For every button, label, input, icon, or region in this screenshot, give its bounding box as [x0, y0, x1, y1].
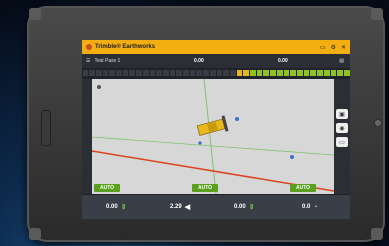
compass-icon — [97, 85, 101, 89]
title-bar-icons: ▭ ⚙ ✕ — [320, 44, 346, 51]
bottom-cell[interactable]: 0.00 ⇕ — [234, 203, 255, 211]
camera-icon[interactable]: ◉ — [336, 123, 348, 133]
gauge-icon: ◔ — [313, 203, 318, 211]
design-name[interactable]: Test Pass 1 — [94, 58, 120, 64]
layers-icon[interactable]: ▤ — [339, 58, 344, 64]
bumper-corner — [371, 8, 383, 20]
bottom-cell[interactable]: 2.29 ◀ — [170, 203, 190, 211]
light-bar-segment — [263, 70, 270, 76]
auto-button-left[interactable]: AUTO — [94, 184, 121, 192]
title-bar: Trimble® Earthworks ▭ ⚙ ✕ — [82, 40, 350, 54]
status-value-right: 0.00 — [278, 58, 288, 64]
app-screen: Trimble® Earthworks ▭ ⚙ ✕ ☰ Test Pass 1 … — [82, 40, 350, 219]
light-bar-segment — [270, 70, 276, 76]
light-bar-segment — [229, 70, 236, 76]
light-bar-segment — [256, 70, 263, 76]
close-icon[interactable]: ✕ — [341, 44, 346, 51]
up-down-arrow-icon: ⇕ — [120, 204, 127, 211]
status-bar: ☰ Test Pass 1 0.00 0.00 ▤ — [82, 54, 350, 68]
light-bar-segment — [95, 70, 102, 76]
light-bar — [82, 69, 350, 77]
light-bar-segment — [196, 70, 203, 76]
light-bar-segment — [310, 70, 317, 76]
light-bar-segment — [203, 70, 209, 76]
view-icon[interactable]: ▣ — [336, 109, 348, 119]
light-bar-segment — [136, 70, 142, 76]
light-bar-segment — [109, 70, 116, 76]
light-bar-segment — [250, 70, 256, 76]
menu-icon[interactable]: ☰ — [86, 58, 90, 64]
plan-view-map[interactable]: AUTO AUTO AUTO — [92, 79, 334, 194]
folder-icon[interactable]: ▭ — [320, 44, 326, 51]
light-bar-segment — [176, 70, 183, 76]
bottom-cell[interactable]: 0.0 ◔ — [302, 204, 318, 211]
light-bar-segment — [317, 70, 323, 76]
light-bar-segment — [89, 70, 95, 76]
light-bar-segment — [276, 70, 283, 76]
light-bar-segment — [297, 70, 303, 76]
light-bar-segment — [216, 70, 223, 76]
light-bar-segment — [122, 70, 129, 76]
light-bar-segment — [243, 70, 250, 76]
app-title: Trimble® Earthworks — [95, 44, 156, 50]
light-bar-segment — [189, 70, 196, 76]
light-bar-segment — [183, 70, 189, 76]
left-panel — [82, 79, 92, 194]
survey-point-icon — [198, 141, 202, 145]
light-bar-segment — [236, 70, 243, 76]
light-bar-segment — [323, 70, 330, 76]
light-bar-segment — [223, 70, 229, 76]
bottom-value: 0.0 — [302, 204, 311, 210]
bottom-cell[interactable]: 0.00 ⇕ — [106, 203, 127, 211]
light-bar-segment — [82, 70, 89, 76]
light-bar-segment — [209, 70, 216, 76]
right-toolbar: ▣ ◉ ▭ — [334, 79, 350, 194]
light-bar-segment — [102, 70, 109, 76]
status-value-left: 0.00 — [194, 58, 204, 64]
camera-lens-icon — [373, 118, 383, 128]
light-bar-segment — [116, 70, 122, 76]
light-bar-segment — [343, 70, 350, 76]
up-down-arrow-icon: ⇕ — [248, 204, 255, 211]
light-bar-segment — [283, 70, 290, 76]
map-canvas — [92, 79, 334, 194]
light-bar-segment — [290, 70, 296, 76]
gear-icon[interactable]: ⚙ — [331, 44, 336, 51]
left-arrow-icon: ◀ — [184, 204, 191, 211]
bottom-bar: 0.00 ⇕ 2.29 ◀ 0.00 ⇕ 0.0 ◔ — [82, 195, 350, 219]
auto-button-center[interactable]: AUTO — [192, 184, 219, 192]
light-bar-segment — [337, 70, 343, 76]
light-bar-segment — [169, 70, 176, 76]
bottom-value: 0.00 — [234, 204, 246, 210]
light-bar-segment — [303, 70, 310, 76]
survey-point-icon — [235, 117, 239, 121]
bottom-value: 0.00 — [106, 204, 118, 210]
bumper-corner — [29, 8, 41, 20]
light-bar-segment — [129, 70, 136, 76]
bumper-corner — [29, 228, 41, 240]
bottom-value: 2.29 — [170, 204, 182, 210]
bumper-corner — [371, 228, 383, 240]
app-logo-icon — [86, 44, 92, 50]
survey-point-icon — [290, 155, 294, 159]
light-bar-segment — [330, 70, 337, 76]
auto-button-right[interactable]: AUTO — [290, 184, 317, 192]
light-bar-segment — [149, 70, 156, 76]
main-view: AUTO AUTO AUTO ▣ ◉ ▭ — [82, 79, 350, 194]
light-bar-segment — [142, 70, 149, 76]
screen-icon[interactable]: ▭ — [336, 137, 348, 147]
light-bar-segment — [162, 70, 169, 76]
light-bar-segment — [156, 70, 162, 76]
